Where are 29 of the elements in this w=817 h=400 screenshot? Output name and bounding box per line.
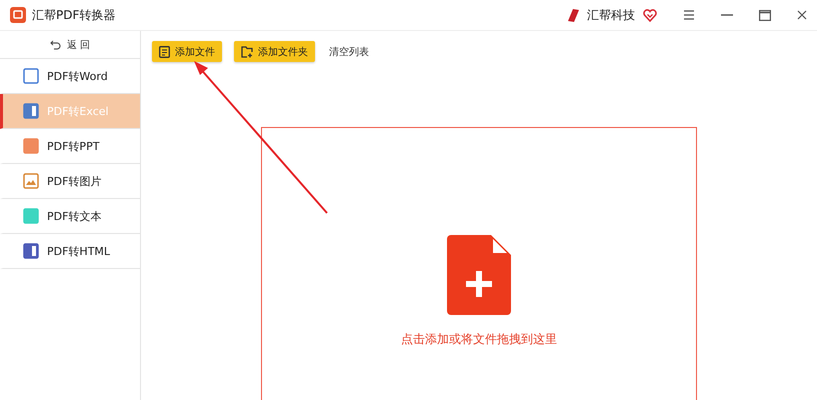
- drop-hint: 点击添加或将文件拖拽到这里: [401, 331, 557, 348]
- app-logo-icon: [10, 7, 26, 23]
- drop-zone[interactable]: 点击添加或将文件拖拽到这里: [261, 127, 697, 400]
- text-file-icon: [23, 208, 39, 224]
- add-button[interactable]: 添加文件: [152, 41, 222, 62]
- excel-file-icon: [23, 103, 39, 119]
- window-title: 汇帮PDF转换器: [32, 6, 116, 24]
- sidebar-item[interactable]: PDF转PPT: [0, 129, 140, 164]
- heart-icon[interactable]: [643, 8, 657, 22]
- clear-list-button[interactable]: 清空列表: [329, 44, 369, 58]
- close-icon[interactable]: [797, 10, 807, 20]
- back-arrow-icon: [50, 40, 61, 50]
- ppt-file-icon: [23, 138, 39, 154]
- add-file-icon: [447, 235, 511, 315]
- folder-plus-icon: [241, 46, 253, 58]
- sidebar-item[interactable]: PDF转文本: [0, 199, 140, 234]
- word-file-icon: [23, 68, 39, 84]
- minimize-icon[interactable]: [721, 14, 733, 16]
- brand-name: 汇帮科技: [587, 6, 635, 24]
- brand-logo-icon: [565, 7, 581, 23]
- menu-icon[interactable]: [683, 10, 695, 20]
- image-file-icon: [23, 173, 39, 189]
- maximize-icon[interactable]: [759, 10, 771, 20]
- html-file-icon: [23, 243, 39, 259]
- back-button[interactable]: 返 回: [0, 31, 140, 59]
- sidebar-item[interactable]: PDF转HTML: [0, 234, 140, 269]
- document-icon: [159, 46, 170, 58]
- sidebar-item[interactable]: PDF转图片: [0, 164, 140, 199]
- add-button[interactable]: 添加文件夹: [234, 41, 315, 62]
